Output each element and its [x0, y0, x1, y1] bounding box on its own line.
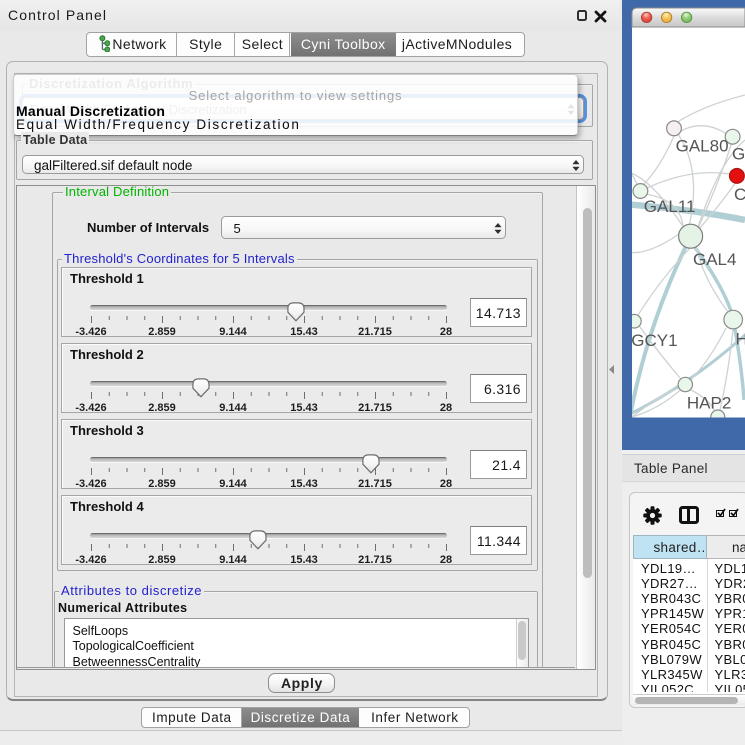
svg-text:H: H — [736, 330, 745, 349]
svg-text:GAL11: GAL11 — [644, 197, 696, 216]
svg-text:GCY1: GCY1 — [631, 331, 677, 350]
svg-text:GA: GA — [732, 145, 745, 164]
svg-text:HAP2: HAP2 — [687, 394, 731, 413]
svg-text:GAL80: GAL80 — [676, 137, 729, 156]
svg-text:GAL4: GAL4 — [693, 250, 736, 269]
svg-text:C: C — [734, 185, 745, 204]
